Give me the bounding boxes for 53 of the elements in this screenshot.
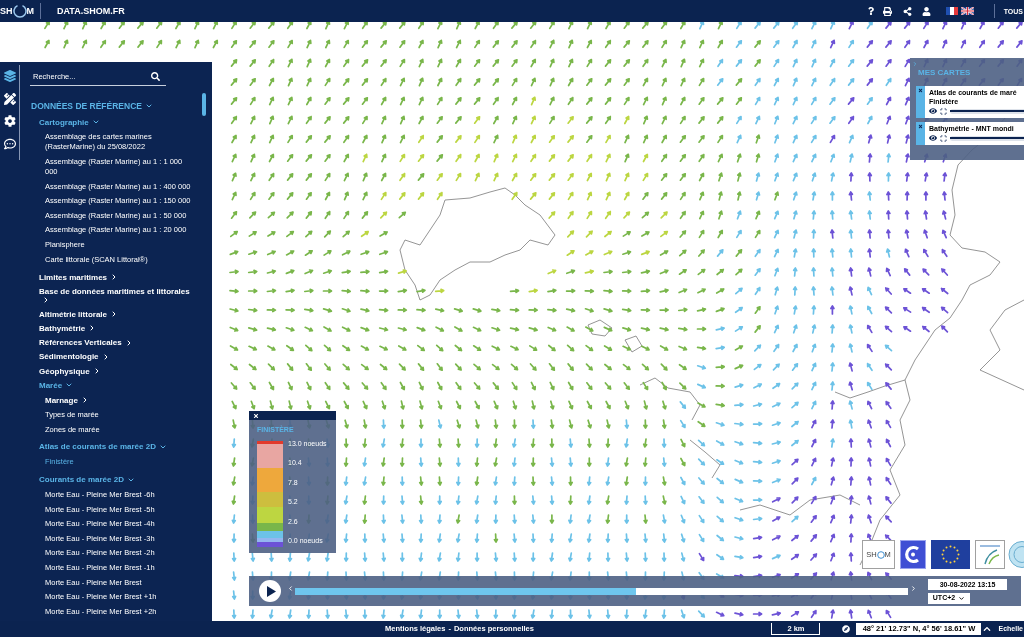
category-toggle[interactable]: Marée [31, 378, 193, 393]
timeline-track[interactable] [295, 587, 908, 595]
category-toggle[interactable]: Courants de marée 2D [31, 472, 193, 487]
category-toggle[interactable]: Bathymétrie [31, 321, 193, 336]
chevron-down-icon [958, 594, 966, 602]
panel-title: MES CARTES [917, 68, 972, 78]
share-icon[interactable] [902, 6, 912, 16]
scrollbar-thumb[interactable] [202, 93, 206, 116]
close-icon[interactable] [918, 124, 923, 129]
compass-icon[interactable] [842, 625, 851, 633]
category-toggle[interactable]: Sédimentologie [31, 349, 193, 365]
user-icon[interactable] [921, 6, 931, 16]
chevron-right-icon [42, 296, 50, 305]
frame-icon[interactable] [940, 134, 947, 142]
c-shape-logo-icon[interactable] [900, 540, 926, 569]
section-toggle[interactable]: DONNÉES DE RÉFÉRENCE [31, 98, 193, 114]
category-toggle[interactable]: Cartographie [31, 115, 193, 130]
category-toggle[interactable]: Références Verticales [31, 335, 193, 350]
print-icon[interactable] [882, 6, 892, 16]
frame-icon[interactable] [940, 107, 947, 115]
chevron-left-icon[interactable] [287, 585, 294, 592]
logo-text: SH [0, 6, 13, 16]
remove-layer-button[interactable] [916, 122, 925, 145]
eye-icon[interactable] [929, 107, 937, 115]
union-flag-icon[interactable] [960, 7, 974, 15]
category-toggle[interactable]: Atlas de courants de marée 2D [31, 439, 193, 454]
search-icon[interactable] [151, 72, 160, 81]
site-title[interactable]: DATA.SHOM.FR [57, 6, 125, 16]
category-toggle[interactable]: Marnage [31, 393, 193, 408]
logo-ring-icon [876, 550, 885, 559]
tricolour-flag-icon[interactable] [945, 7, 958, 15]
pencil-ruler-icon[interactable] [3, 92, 16, 105]
category-toggle[interactable]: Limites maritimes [31, 269, 193, 285]
close-icon[interactable] [918, 88, 923, 93]
category-toggle[interactable]: Géophysique [31, 364, 193, 379]
help-icon[interactable] [866, 7, 875, 15]
chevron-down-icon [91, 118, 100, 126]
close-icon[interactable] [253, 412, 259, 419]
chevron-right-icon[interactable] [910, 585, 917, 592]
chevron-right-icon [110, 310, 118, 319]
layers-icon[interactable] [3, 70, 16, 83]
star-circle-flag-icon[interactable] [931, 540, 970, 569]
logo-ring-icon [12, 4, 27, 18]
category-toggle[interactable]: Altimétrie littorale [31, 307, 193, 322]
wave-logo-icon[interactable] [975, 540, 1005, 569]
chevron-up-icon[interactable] [983, 625, 992, 633]
category-toggle[interactable]: Base de données maritimes et littorales [31, 284, 193, 308]
chat-icon[interactable] [3, 137, 16, 150]
logo-text: M [26, 6, 34, 16]
settings-icon[interactable] [3, 115, 16, 128]
eye-icon[interactable] [929, 134, 937, 142]
play-button[interactable] [259, 580, 281, 602]
play-icon [266, 585, 276, 597]
